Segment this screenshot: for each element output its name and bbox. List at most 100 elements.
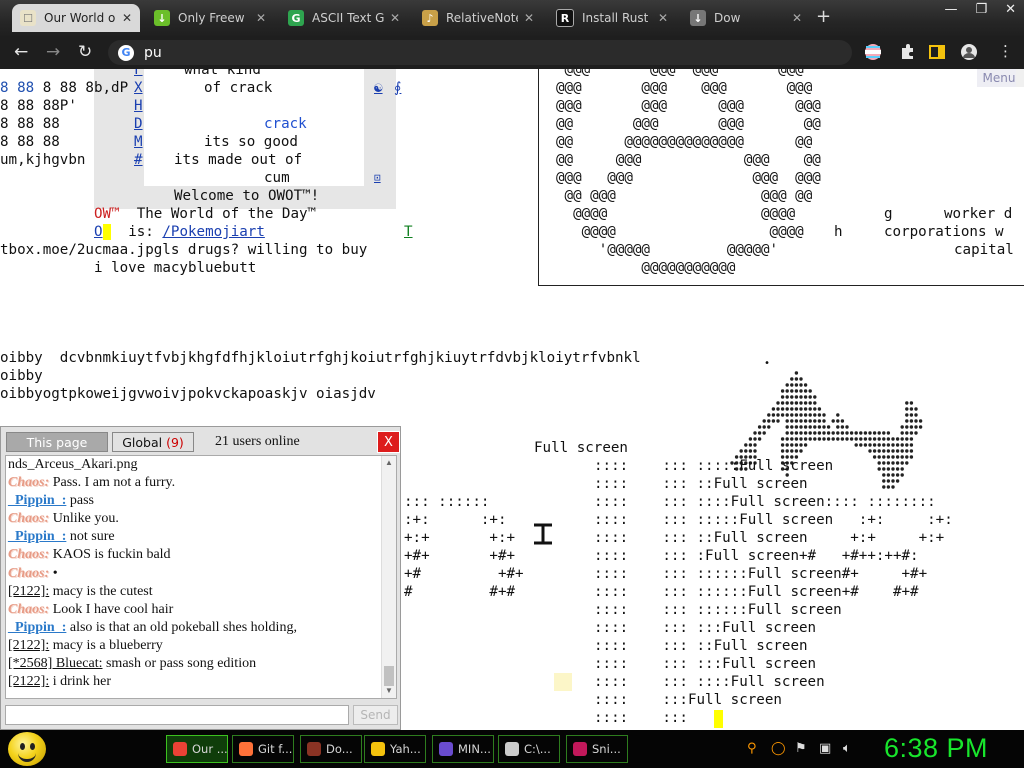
chat-username[interactable]: [*2568] Bluecat: <box>8 656 102 671</box>
chat-username[interactable]: _Pippin_: <box>8 620 66 635</box>
word-worker: worker d <box>944 206 1013 222</box>
box-text-line: its made out of <box>174 152 303 168</box>
wotd-is-line: O is: /Pokemojiart <box>94 224 265 240</box>
link-letter[interactable]: D <box>134 115 143 133</box>
art-dot <box>886 461 891 465</box>
taskbar-task-button[interactable]: Git f... <box>232 735 294 763</box>
art-dot <box>808 395 812 399</box>
tab-download[interactable]: ↓ Dow ✕ <box>682 4 810 32</box>
flag-extension-icon[interactable] <box>864 43 882 61</box>
art-dot <box>840 425 845 429</box>
art-dot <box>845 431 849 435</box>
chat-input[interactable] <box>5 705 349 725</box>
scroll-up-icon[interactable]: ▲ <box>382 456 396 470</box>
wotd-link[interactable]: /Pokemojiart <box>162 224 265 240</box>
address-input[interactable] <box>142 43 826 62</box>
search-icon[interactable]: ⚲ <box>747 741 757 756</box>
link-letter[interactable]: F <box>134 69 143 79</box>
send-button[interactable]: Send <box>353 705 398 725</box>
orange-circle-icon[interactable]: ◯ <box>771 741 786 756</box>
art-dot <box>785 389 789 393</box>
taskbar-task-button[interactable]: Yah... <box>364 735 426 763</box>
chat-username[interactable]: [2122]: <box>8 674 49 689</box>
tab-global[interactable]: Global (9) <box>112 432 194 452</box>
bibby-line: oibbyogtpkoweijgvwoivjpokvckapoaskjv oia… <box>0 386 376 402</box>
flag-alert-icon[interactable]: ⚑ <box>795 741 807 756</box>
forward-arrow-icon[interactable]: → <box>46 42 60 62</box>
close-chat-button[interactable]: X <box>377 431 400 453</box>
art-dot <box>785 395 789 399</box>
link-letter[interactable]: M <box>134 133 143 151</box>
close-tab-icon[interactable]: ✕ <box>786 11 802 25</box>
art-dot <box>900 455 904 459</box>
minimize-button[interactable]: — <box>944 2 957 17</box>
owot-menu-button[interactable]: Menu <box>977 69 1021 87</box>
chat-username[interactable]: Chaos: <box>8 475 49 490</box>
chat-scrollbar[interactable]: ▲ ▼ <box>381 456 396 698</box>
scrollbar-thumb[interactable] <box>384 666 394 686</box>
page-scrollbar[interactable] <box>1016 69 1024 87</box>
link-letter[interactable]: H <box>134 97 143 115</box>
chat-username[interactable]: _Pippin_: <box>8 493 66 508</box>
chat-messages[interactable]: nds_Arceus_Akari.png Chaos: Pass. I am no… <box>5 455 397 699</box>
tab-only-freeware[interactable]: ↓ Only Freew ✕ <box>146 4 274 32</box>
tab-our-world-of-text[interactable]: ☐ Our World o ✕ <box>12 4 140 32</box>
link-letter-t[interactable]: T <box>404 223 413 241</box>
back-arrow-icon[interactable]: ← <box>14 42 28 62</box>
art-dot <box>900 443 904 447</box>
chat-username[interactable]: [2122]: <box>8 584 49 599</box>
taskbar-task-button[interactable]: Sni... <box>566 735 628 763</box>
art-dot <box>868 431 872 435</box>
profile-avatar-icon[interactable] <box>960 43 978 61</box>
yin-yang-icon[interactable]: ☯ <box>374 79 383 97</box>
scroll-down-icon[interactable]: ▼ <box>382 684 396 698</box>
art-dot <box>895 443 900 447</box>
taskbar-task-button[interactable]: MIN... <box>432 735 494 763</box>
full-screen-row: :::: ::: :::Full screen <box>594 656 817 672</box>
chat-username[interactable]: Chaos: <box>8 547 49 562</box>
ascii-art-line: @@@@@@@@@@@ <box>556 260 736 276</box>
restore-button[interactable]: ❐ <box>975 2 987 17</box>
address-bar[interactable]: G <box>108 40 852 65</box>
taskbar-task-button[interactable]: C:\... <box>498 735 560 763</box>
highlight-cell <box>554 673 572 691</box>
chat-username[interactable]: Chaos: <box>8 511 49 526</box>
link-letter[interactable]: # <box>134 151 143 169</box>
integral-icon[interactable]: ∮ <box>394 79 401 97</box>
art-dot <box>836 431 840 435</box>
tab-relative-note[interactable]: ♪ RelativeNote ✕ <box>414 4 542 32</box>
chat-username[interactable]: Chaos: <box>8 566 49 581</box>
taskbar-task-button[interactable]: Do... <box>300 735 362 763</box>
art-dot <box>900 431 904 435</box>
art-dot <box>909 407 914 411</box>
tab-this-page[interactable]: This page <box>6 432 108 452</box>
close-tab-icon[interactable]: ✕ <box>250 11 266 25</box>
start-button-smiley-icon[interactable] <box>8 732 46 766</box>
art-dot <box>803 425 808 429</box>
more-menu-icon[interactable]: ⋮ <box>998 42 1013 60</box>
volume-icon[interactable]: 🔈︎ <box>843 741 851 756</box>
tab-title: RelativeNote <box>446 11 518 25</box>
close-tab-icon[interactable]: ✕ <box>652 11 668 25</box>
close-tab-icon[interactable]: ✕ <box>518 11 534 25</box>
close-window-button[interactable]: ✕ <box>1005 2 1016 17</box>
network-icon[interactable]: ▣ <box>819 741 831 756</box>
extensions-puzzle-icon[interactable] <box>898 43 916 61</box>
reload-icon[interactable]: ↻ <box>78 42 92 62</box>
taskbar-task-button[interactable]: Our ... <box>166 735 228 763</box>
chat-username[interactable]: _Pippin_: <box>8 529 66 544</box>
new-tab-button[interactable]: + <box>816 6 831 27</box>
art-dot <box>762 425 766 429</box>
chat-username[interactable]: Chaos: <box>8 602 49 617</box>
link-letter[interactable]: X <box>134 79 143 97</box>
art-dot <box>813 437 817 441</box>
tab-ascii-text-generator[interactable]: G ASCII Text G ✕ <box>280 4 408 32</box>
tab-install-rust[interactable]: R Install Rust ✕ <box>548 4 676 32</box>
chat-message-text: nds_Arceus_Akari.png <box>8 457 138 472</box>
reading-list-icon[interactable] <box>928 43 946 61</box>
box-link-icon[interactable]: ⊡ <box>374 169 381 187</box>
art-dot <box>780 449 785 453</box>
close-tab-icon[interactable]: ✕ <box>384 11 400 25</box>
chat-username[interactable]: [2122]: <box>8 638 49 653</box>
close-tab-icon[interactable]: ✕ <box>116 11 132 25</box>
